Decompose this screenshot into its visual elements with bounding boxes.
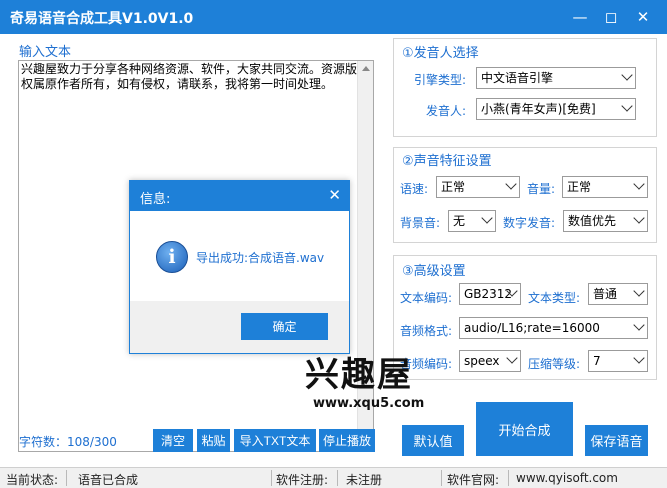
voice-label: 发音人:	[426, 104, 467, 118]
status-divider	[271, 470, 272, 486]
status-divider	[337, 470, 338, 486]
speed-label: 语速:	[400, 182, 429, 196]
chevron-down-icon	[621, 69, 633, 81]
minimize-icon[interactable]: —	[569, 6, 591, 28]
bgm-select[interactable]: 无	[448, 210, 496, 232]
codec-select[interactable]: speex	[459, 350, 521, 372]
website-value[interactable]: www.qyisoft.com	[516, 471, 618, 485]
speed-value: 正常	[441, 180, 466, 194]
registration-label: 软件注册:	[276, 473, 329, 487]
dialog-header: 信息: ✕	[130, 181, 349, 211]
state-label: 当前状态:	[6, 473, 59, 487]
voice-select[interactable]: 小燕(青年女声)[免费]	[476, 98, 636, 120]
voice-features-title: ②声音特征设置	[402, 154, 492, 169]
chevron-down-icon	[505, 178, 517, 190]
default-button[interactable]: 默认值	[402, 425, 464, 456]
speed-select[interactable]: 正常	[436, 176, 520, 198]
engine-type-label: 引擎类型:	[414, 73, 467, 87]
registration-value: 未注册	[346, 473, 383, 487]
chevron-down-icon	[633, 178, 645, 190]
status-divider	[441, 470, 442, 486]
voice-value: 小燕(青年女声)[免费]	[481, 102, 596, 116]
status-divider	[66, 470, 67, 486]
engine-type-select[interactable]: 中文语音引擎	[476, 67, 636, 89]
input-text-label: 输入文本	[19, 45, 72, 60]
title-bar: 奇易语音合成工具V1.0V1.0 — ◻ ✕	[0, 0, 667, 34]
volume-label: 音量:	[527, 182, 556, 196]
bgm-label: 背景音:	[400, 216, 441, 230]
watermark-logo: 兴趣屋	[305, 355, 413, 395]
digit-select[interactable]: 数值优先	[563, 210, 648, 232]
dialog-body: i 导出成功:合成语音.wav	[130, 211, 349, 301]
level-select[interactable]: 7	[588, 350, 648, 372]
texttype-select[interactable]: 普通	[588, 283, 648, 305]
state-value: 语音已合成	[78, 473, 139, 487]
chevron-down-icon	[633, 212, 645, 224]
info-icon: i	[156, 241, 188, 273]
encoding-label: 文本编码:	[400, 291, 453, 305]
advanced-group-title: ③高级设置	[402, 264, 466, 279]
chevron-down-icon	[633, 285, 645, 297]
texttype-value: 普通	[593, 287, 618, 301]
info-dialog: 信息: ✕ i 导出成功:合成语音.wav 确定	[129, 180, 350, 354]
import-txt-button[interactable]: 导入TXT文本	[234, 429, 316, 452]
paste-button[interactable]: 粘贴	[197, 429, 230, 452]
chevron-down-icon	[506, 352, 518, 364]
scroll-up-icon[interactable]	[358, 61, 374, 77]
status-divider	[508, 470, 509, 486]
status-bar: 当前状态: 语音已合成 软件注册: 未注册 软件官网: www.qyisoft.…	[0, 467, 667, 488]
chevron-down-icon	[633, 319, 645, 331]
dialog-message: 导出成功:合成语音.wav	[196, 251, 325, 265]
volume-value: 正常	[567, 180, 592, 194]
encoding-value: GB2312	[464, 287, 513, 301]
close-icon[interactable]: ✕	[328, 186, 341, 204]
chevron-down-icon	[621, 100, 633, 112]
clear-button[interactable]: 清空	[153, 429, 193, 452]
maximize-icon[interactable]: ◻	[600, 6, 622, 28]
website-label: 软件官网:	[447, 473, 500, 487]
level-value: 7	[593, 354, 601, 368]
engine-type-value: 中文语音引擎	[481, 71, 554, 85]
level-label: 压缩等级:	[528, 357, 581, 371]
char-count: 字符数：108/300	[19, 435, 117, 449]
text-input-content[interactable]: 兴趣屋致力于分享各种网络资源、软件，大家共同交流。资源版权属原作者所有，如有侵权…	[21, 62, 357, 92]
save-voice-button[interactable]: 保存语音	[585, 425, 648, 456]
bgm-value: 无	[453, 214, 466, 228]
chevron-down-icon	[633, 352, 645, 364]
chevron-down-icon	[481, 212, 493, 224]
window-title: 奇易语音合成工具V1.0V1.0	[10, 11, 194, 27]
ok-button[interactable]: 确定	[241, 313, 328, 340]
digit-label: 数字发音:	[503, 216, 556, 230]
dialog-footer: 确定	[130, 301, 349, 353]
texttype-label: 文本类型:	[528, 291, 581, 305]
volume-select[interactable]: 正常	[562, 176, 648, 198]
format-value: audio/L16;rate=16000	[464, 321, 600, 335]
format-label: 音频格式:	[400, 324, 453, 338]
close-icon[interactable]: ✕	[632, 6, 654, 28]
encoding-select[interactable]: GB2312	[459, 283, 521, 305]
watermark: 兴趣屋 www.xqu5.com	[305, 356, 435, 416]
codec-value: speex	[464, 354, 500, 368]
speaker-group-title: ①发音人选择	[402, 46, 479, 61]
dialog-title: 信息:	[140, 192, 171, 207]
format-select[interactable]: audio/L16;rate=16000	[459, 317, 648, 339]
digit-value: 数值优先	[568, 214, 617, 228]
start-synthesis-button[interactable]: 开始合成	[476, 402, 573, 456]
stop-playback-button[interactable]: 停止播放	[319, 429, 375, 452]
watermark-url: www.xqu5.com	[313, 396, 425, 411]
